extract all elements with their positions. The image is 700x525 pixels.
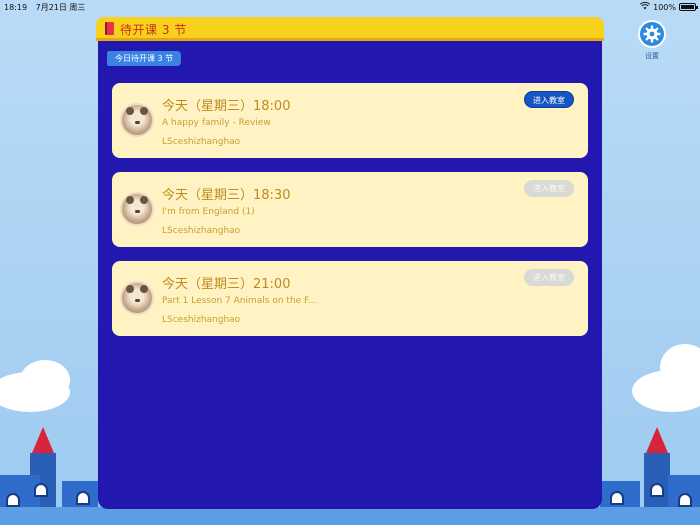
panel-header: 待开课 3 节 — [96, 17, 604, 41]
battery-icon — [679, 3, 698, 11]
enter-classroom-button[interactable]: 进入教室 — [524, 91, 574, 108]
course-time: 今天（星期三）18:30 — [162, 188, 291, 203]
today-count-tag: 今日待开课 3 节 — [107, 51, 182, 66]
course-teacher: LSceshizhanghao — [162, 137, 241, 147]
status-date: 7月21日 周三 — [35, 3, 86, 12]
battery-percent: 100% — [653, 2, 676, 12]
course-teacher: LSceshizhanghao — [162, 315, 241, 325]
status-bar: 18:19 7月21日 周三 100% — [0, 0, 700, 14]
ground — [0, 507, 700, 525]
status-time: 18:19 — [4, 3, 28, 12]
course-card: 今天（星期三）21:00 Part 1 Lesson 7 Animals on … — [112, 261, 588, 336]
course-lesson: I'm from England (1) — [162, 207, 255, 217]
settings-button[interactable]: 设置 — [636, 20, 668, 61]
course-lesson: Part 1 Lesson 7 Animals on the F... — [162, 296, 317, 306]
enter-classroom-button[interactable]: 进入教室 — [524, 269, 574, 286]
teacher-avatar — [120, 103, 154, 137]
wifi-icon — [640, 1, 651, 12]
course-card: 今天（星期三）18:00 A happy family - Review LSc… — [112, 83, 588, 158]
settings-label: 设置 — [645, 52, 659, 60]
teacher-avatar — [120, 281, 154, 315]
teacher-avatar — [120, 192, 154, 226]
course-lesson: A happy family - Review — [162, 118, 271, 128]
enter-classroom-button[interactable]: 进入教室 — [524, 180, 574, 197]
book-icon — [105, 22, 114, 35]
battery-fill — [681, 5, 694, 9]
course-teacher: LSceshizhanghao — [162, 226, 241, 236]
gear-icon — [638, 20, 666, 48]
panel-title: 待开课 3 节 — [120, 23, 187, 37]
course-time: 今天（星期三）18:00 — [162, 99, 291, 114]
course-card: 今天（星期三）18:30 I'm from England (1) LScesh… — [112, 172, 588, 247]
course-time: 今天（星期三）21:00 — [162, 277, 291, 292]
cloud-left-2 — [20, 360, 70, 400]
